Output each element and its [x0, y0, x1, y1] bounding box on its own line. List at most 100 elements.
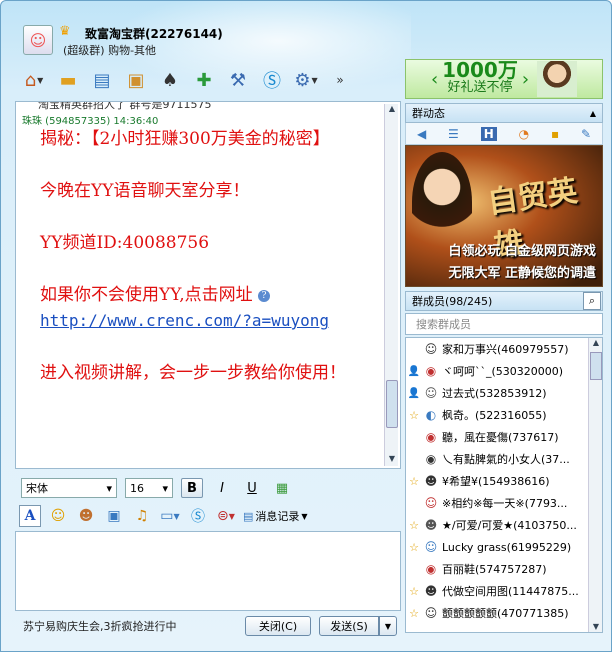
- message-input[interactable]: [15, 531, 401, 611]
- message-area[interactable]: 淘宝精英群招人了 群号是9711575 珠珠 (594857335) 14:36…: [15, 101, 401, 469]
- member-avatar-icon: ◉: [425, 364, 437, 378]
- star-badge-icon: ☆: [409, 408, 419, 422]
- chevron-right-icon: ›: [521, 68, 530, 90]
- member-search-input[interactable]: 搜索群成员: [405, 313, 603, 335]
- hide-button[interactable]: ⊜ ▼: [215, 505, 237, 527]
- message-history-button[interactable]: ▤ 消息记录 ▼: [243, 508, 308, 524]
- message-sender: 珠珠 (594857335) 14:36:40: [22, 116, 159, 127]
- share-icon[interactable]: ◔: [519, 127, 529, 141]
- status-ad-text[interactable]: 苏宁易购庆生会,3折疯抢进行中: [23, 618, 245, 634]
- folder-button[interactable]: ▬: [53, 66, 83, 94]
- star-badge-icon: ☆: [409, 606, 419, 620]
- bold-button[interactable]: B: [181, 478, 203, 498]
- home-button[interactable]: ⌂ ▼: [19, 66, 49, 94]
- home-page-icon[interactable]: H: [480, 126, 497, 141]
- message-history-label: 消息记录: [255, 510, 300, 523]
- member-item[interactable]: ☆ ☻ ★/可爱/可爱★(4103750...: [406, 514, 602, 536]
- italic-button[interactable]: I: [211, 478, 233, 498]
- add-app-button[interactable]: ✚: [189, 66, 219, 94]
- message-link[interactable]: http://www.crenc.com/?a=wuyong: [40, 311, 329, 330]
- sogou-input-button[interactable]: Ⓢ: [187, 505, 209, 527]
- send-button[interactable]: 发送(S): [319, 616, 379, 636]
- speaker-icon[interactable]: ◀: [417, 127, 426, 141]
- image-button[interactable]: ▣: [103, 505, 125, 527]
- font-family-value: 宋体: [26, 482, 48, 495]
- message-scrollbar[interactable]: ▲ ▼: [384, 104, 398, 466]
- emoji-button[interactable]: ☺: [47, 505, 69, 527]
- music-button[interactable]: ♫: [131, 505, 153, 527]
- top-ad-banner[interactable]: ‹ 1000万 好礼送不停 ›: [405, 59, 603, 99]
- game-character-image: [412, 152, 472, 252]
- star-badge-icon: ☆: [409, 518, 419, 532]
- help-icon[interactable]: ?: [258, 289, 271, 302]
- underline-button[interactable]: U: [241, 478, 263, 498]
- member-item[interactable]: ◉ 聽，風在憂傷(737617): [406, 426, 602, 448]
- magic-emoji-button[interactable]: ☻: [75, 505, 97, 527]
- photo-button[interactable]: ▣: [121, 66, 151, 94]
- member-list: ☺ 家和万事兴(460979557) 👤 ◉ ヾ呵呵``_(530320000) 👤 ☺ 过去…: [405, 337, 603, 633]
- member-avatar-icon: ☺: [424, 386, 438, 400]
- group-avatar-icon[interactable]: ☺: [23, 25, 53, 55]
- wrench-icon[interactable]: ✎: [581, 127, 591, 141]
- scrollbar-thumb[interactable]: [590, 352, 602, 380]
- list-icon[interactable]: ☰: [448, 127, 459, 141]
- scrollbar-thumb[interactable]: [386, 380, 398, 428]
- sogou-button[interactable]: Ⓢ: [257, 66, 287, 94]
- settings-button[interactable]: ⚙ ▼: [291, 66, 321, 94]
- member-item[interactable]: 👤 ◉ ヾ呵呵``_(530320000): [406, 360, 602, 382]
- member-item[interactable]: ☆ ☻ 代做空间用图(11447875...: [406, 580, 602, 602]
- scroll-up-icon[interactable]: ▲: [589, 338, 602, 350]
- collapse-icon[interactable]: ▲: [590, 109, 596, 118]
- chevron-left-icon: ‹: [430, 68, 439, 90]
- member-item[interactable]: ☆ ◐ 枫奇。(522316055): [406, 404, 602, 426]
- game-ad-line: 无限大军 正静候您的调遣: [448, 266, 596, 281]
- member-name: 聽，風在憂傷(737617): [442, 431, 559, 444]
- format-toolbar: 宋体 ▾ 16 ▾ B I U ▦: [15, 475, 401, 501]
- font-family-select[interactable]: 宋体 ▾: [21, 478, 117, 498]
- member-name: 枫奇。(522316055): [442, 409, 547, 422]
- music-icon: ♫: [135, 508, 149, 524]
- scroll-down-icon[interactable]: ▼: [589, 622, 602, 632]
- add-app-icon: ✚: [196, 69, 212, 91]
- members-header: 群成员(98/245) ⌕: [405, 291, 603, 311]
- member-avatar-icon: ◉: [425, 562, 437, 576]
- member-scrollbar[interactable]: ▲ ▼: [588, 338, 602, 632]
- member-item[interactable]: ☺ ※相约※每一天※(7793...: [406, 492, 602, 514]
- member-avatar-icon: ☺: [424, 496, 438, 510]
- previous-message-text: 淘宝精英群招人了 群号是9711575: [38, 101, 212, 111]
- member-item[interactable]: ◉ 百丽鞋(574757287): [406, 558, 602, 580]
- album-button[interactable]: ▤: [87, 66, 117, 94]
- member-item[interactable]: ☺ 家和万事兴(460979557): [406, 338, 602, 360]
- font-style-button[interactable]: A: [19, 505, 41, 527]
- game-button[interactable]: ♠: [155, 66, 185, 94]
- member-item[interactable]: ◉ 乀有點脾氣的小女人(37...: [406, 448, 602, 470]
- member-item[interactable]: 👤 ☺ 过去式(532853912): [406, 382, 602, 404]
- send-options-button[interactable]: ▼: [379, 616, 397, 636]
- game-ad-banner[interactable]: 自贸英雄 白领必玩 白金级网页游戏 无限大军 正静候您的调遣: [405, 145, 603, 287]
- member-avatar-icon: ☻: [424, 518, 438, 532]
- screenshot-button[interactable]: ▭ ▼: [159, 505, 181, 527]
- main-toolbar: ⌂ ▼ ▬ ▤ ▣ ♠ ✚ ⚒ Ⓢ ⚙ ▼ »: [19, 65, 355, 95]
- member-item[interactable]: ☆ ☺ 颤颤颤颤颤(470771385): [406, 602, 602, 624]
- font-size-select[interactable]: 16 ▾: [125, 478, 173, 498]
- scroll-up-icon[interactable]: ▲: [385, 104, 399, 116]
- message-line: 进入视频讲解，会一步一步教给你使用！: [40, 363, 346, 383]
- screenshot-icon: ▭: [160, 508, 174, 524]
- more-button[interactable]: »: [325, 66, 355, 94]
- smiley-icon: ☺: [50, 508, 66, 524]
- member-name: 百丽鞋(574757287): [442, 563, 547, 576]
- member-item[interactable]: ☆ ☻ ¥希望¥(154938616): [406, 470, 602, 492]
- dropdown-arrow-icon: ▼: [301, 511, 308, 521]
- color-button[interactable]: ▦: [271, 478, 293, 498]
- album-icon: ▤: [93, 69, 111, 91]
- member-item[interactable]: ☆ ☺ Lucky grass(61995229): [406, 536, 602, 558]
- ad-amount: 1000万: [442, 58, 518, 82]
- folder-icon: ▬: [59, 69, 77, 91]
- tools-button[interactable]: ⚒: [223, 66, 253, 94]
- close-button[interactable]: 关闭(C): [245, 616, 311, 636]
- ad-slogan: 好礼送不停: [447, 80, 513, 95]
- search-icon[interactable]: ⌕: [583, 292, 601, 310]
- gift-icon[interactable]: ▪: [551, 127, 559, 141]
- right-sidebar: 群动态 ▲ ◀ ☰ H ◔ ▪ ✎ 自贸英雄 白领必玩 白金级网页游戏 无限大军…: [405, 103, 603, 633]
- scroll-down-icon[interactable]: ▼: [385, 454, 399, 466]
